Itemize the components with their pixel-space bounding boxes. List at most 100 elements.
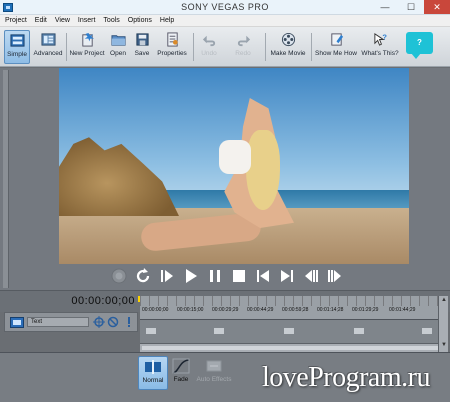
new-project-button[interactable]: New Project xyxy=(69,30,105,64)
track-slot xyxy=(354,328,364,334)
undo-button[interactable]: Undo xyxy=(196,30,222,64)
auto-effects-icon xyxy=(206,360,222,372)
toolbar-divider xyxy=(311,33,312,61)
folder-open-icon xyxy=(110,35,126,46)
minimize-button[interactable]: — xyxy=(372,0,398,14)
maximize-button[interactable]: ☐ xyxy=(398,0,424,14)
track-slot xyxy=(284,328,294,334)
film-reel-icon xyxy=(281,32,295,47)
properties-icon xyxy=(166,32,178,47)
video-preview xyxy=(59,68,409,264)
ruler-tick-label: 00:00:44;29 xyxy=(247,307,274,313)
menu-insert[interactable]: Insert xyxy=(74,15,100,27)
play-from-start-icon[interactable] xyxy=(158,267,176,285)
menu-help[interactable]: Help xyxy=(156,15,178,27)
menu-project[interactable]: Project xyxy=(0,15,31,27)
undo-icon xyxy=(202,35,215,47)
track-slot xyxy=(422,328,432,334)
ruler-tick-label: 00:01:14;28 xyxy=(317,307,344,313)
menu-options[interactable]: Options xyxy=(124,15,156,27)
whats-this-label: What's This? xyxy=(361,50,399,57)
toolbar-divider xyxy=(265,33,266,61)
mute-track-icon[interactable] xyxy=(107,316,119,328)
ruler-tick-label: 00:00:00;00 xyxy=(142,307,169,313)
redo-label: Redo xyxy=(235,50,251,57)
timeline-ruler[interactable]: 00:00:00;00 00:00:15;00 00:00:29;29 00:0… xyxy=(140,296,438,320)
show-me-how-button[interactable]: Show Me How xyxy=(314,30,358,64)
advanced-view-label: Advanced xyxy=(33,50,63,57)
go-to-end-icon[interactable] xyxy=(278,267,296,285)
whats-this-button[interactable]: ? What's This? xyxy=(360,30,400,64)
solo-track-icon[interactable] xyxy=(123,316,135,328)
normal-transition-button[interactable]: Normal xyxy=(138,356,168,390)
menu-edit[interactable]: Edit xyxy=(31,15,51,27)
auto-effects-button[interactable]: Auto Effects xyxy=(196,356,232,390)
track-header[interactable]: Text xyxy=(4,312,138,332)
advanced-view-button[interactable]: Advanced xyxy=(32,30,64,64)
pause-icon[interactable] xyxy=(206,267,224,285)
help-bubble-button[interactable]: ? xyxy=(406,32,433,59)
menu-tools[interactable]: Tools xyxy=(99,15,123,27)
track-name-field[interactable]: Text xyxy=(27,317,89,327)
svg-text:?: ? xyxy=(382,33,387,42)
normal-cut-icon xyxy=(145,360,161,374)
menu-bar: Project Edit View Insert Tools Options Help xyxy=(0,15,450,27)
play-icon[interactable] xyxy=(182,267,200,285)
preview-figure-top xyxy=(219,140,251,174)
undo-label: Undo xyxy=(201,50,217,57)
new-project-icon xyxy=(81,32,94,47)
open-button[interactable]: Open xyxy=(107,30,129,64)
track-slot xyxy=(146,328,156,334)
properties-label: Properties xyxy=(157,50,187,57)
track-motion-icon[interactable] xyxy=(93,316,105,328)
fade-transition-button[interactable]: Fade xyxy=(166,356,196,390)
advanced-view-icon xyxy=(40,33,56,46)
record-icon[interactable] xyxy=(110,267,128,285)
make-movie-label: Make Movie xyxy=(270,50,306,57)
ruler-ticks xyxy=(140,296,438,306)
redo-icon xyxy=(237,35,250,47)
preview-figure-hair xyxy=(246,130,280,210)
close-button[interactable]: ✕ xyxy=(424,0,450,14)
fade-curve-icon xyxy=(172,358,190,374)
title-bar: SONY VEGAS PRO — ☐ ✕ xyxy=(0,0,450,15)
simple-view-icon xyxy=(9,34,25,47)
transport-controls xyxy=(110,267,365,287)
loop-icon[interactable] xyxy=(134,267,152,285)
timecode-display: 00:00:00;00 xyxy=(71,295,135,307)
scrollbar-thumb[interactable] xyxy=(142,346,438,350)
scroll-up-icon[interactable]: ▲ xyxy=(441,297,447,303)
save-button[interactable]: Save xyxy=(131,30,153,64)
go-to-start-icon[interactable] xyxy=(254,267,272,285)
save-icon xyxy=(135,33,149,46)
new-project-label: New Project xyxy=(69,50,105,57)
main-toolbar: Simple Advanced New Project Open Save Pr… xyxy=(0,27,450,67)
ruler-tick-label: 00:01:29;29 xyxy=(352,307,379,313)
menu-view[interactable]: View xyxy=(51,15,74,27)
video-track-icon xyxy=(10,317,24,328)
stop-icon[interactable] xyxy=(230,267,248,285)
timeline-horizontal-scrollbar[interactable] xyxy=(140,343,438,352)
normal-label: Normal xyxy=(142,377,164,384)
auto-effects-label: Auto Effects xyxy=(196,376,232,383)
open-label: Open xyxy=(110,50,126,57)
show-me-how-icon xyxy=(330,33,343,46)
ruler-tick-label: 00:01:44;29 xyxy=(389,307,416,313)
make-movie-button[interactable]: Make Movie xyxy=(268,30,308,64)
fade-label: Fade xyxy=(173,376,189,383)
previous-frame-icon[interactable] xyxy=(302,267,320,285)
track-slot xyxy=(214,328,224,334)
toolbar-divider xyxy=(66,33,67,61)
toolbar-divider xyxy=(193,33,194,61)
simple-view-label: Simple xyxy=(7,51,27,58)
redo-button[interactable]: Redo xyxy=(230,30,256,64)
next-frame-icon[interactable] xyxy=(326,267,344,285)
scroll-down-icon[interactable]: ▼ xyxy=(441,342,447,348)
ruler-tick-label: 00:00:59;28 xyxy=(282,307,309,313)
properties-button[interactable]: Properties xyxy=(155,30,189,64)
save-label: Save xyxy=(134,50,150,57)
simple-view-button[interactable]: Simple xyxy=(4,30,30,64)
left-panel-collapsed[interactable] xyxy=(3,70,9,288)
timeline-vertical-scrollbar[interactable]: ▲ ▼ xyxy=(438,296,448,352)
ruler-tick-label: 00:00:15;00 xyxy=(177,307,204,313)
